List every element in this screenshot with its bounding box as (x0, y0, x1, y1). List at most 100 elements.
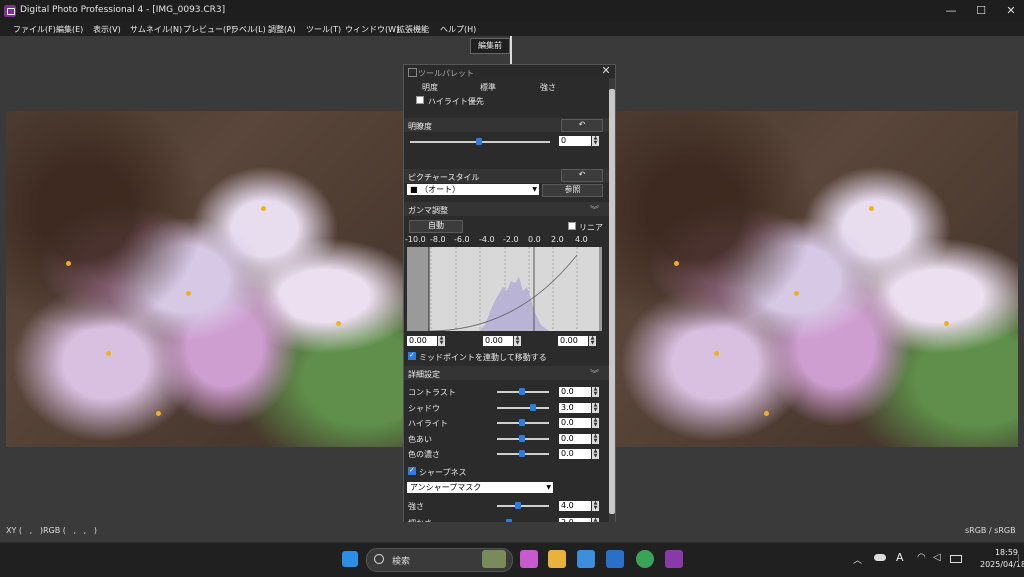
store-icon[interactable] (577, 550, 595, 568)
gamma-section[interactable]: ガンマ調整 ︾ (404, 202, 609, 216)
sharpness-checkbox[interactable] (408, 466, 416, 475)
battery-icon[interactable] (950, 555, 962, 563)
slider-spinner[interactable]: ▲▼ (592, 449, 599, 459)
slider-label: シャドウ (408, 403, 440, 413)
dpp-taskbar-icon[interactable] (665, 550, 683, 568)
camera-icon: ■ (410, 185, 418, 194)
tray-date: 2025/04/18 (980, 560, 1024, 569)
menu-extensions[interactable]: 拡張機能 (397, 24, 429, 35)
file-explorer-icon[interactable] (548, 550, 566, 568)
slider-spinner[interactable]: ▲▼ (592, 402, 599, 413)
palette-scroll-thumb[interactable] (609, 89, 615, 514)
slider-value-input[interactable]: 4.0 (559, 501, 591, 511)
start-icon[interactable] (342, 551, 358, 567)
sharpness-mode-select[interactable]: アンシャープマスク ▼ (407, 482, 553, 493)
picture-style-reset-button[interactable]: ↶ (561, 169, 603, 182)
before-edit-tab[interactable]: 編集前 (470, 38, 510, 54)
copilot-icon[interactable] (520, 550, 538, 568)
clarity-spinner[interactable]: ▲ ▼ (592, 136, 599, 146)
menu-bar: ファイル(F) 編集(E) 表示(V) サムネイル(N) プレビュー(P) ラベ… (0, 22, 1024, 36)
clarity-value-input[interactable]: 0 (559, 136, 591, 146)
picture-style-detail-button[interactable]: 参照 (542, 184, 603, 197)
slider-value-input[interactable]: 0.0 (559, 433, 591, 444)
cloud-icon[interactable] (874, 554, 886, 561)
slider-track[interactable] (497, 406, 549, 409)
highlight-priority-checkbox[interactable] (416, 96, 424, 104)
gamma-tick: -8.0 (430, 235, 446, 244)
slider-spinner[interactable]: ▲▼ (592, 433, 599, 444)
volume-icon[interactable]: ◁ (933, 552, 941, 563)
detail-section[interactable]: 詳細設定 ︾ (404, 366, 609, 380)
taskbar-search-placeholder: 検索 (392, 557, 411, 567)
detail-title: 詳細設定 (408, 370, 440, 379)
menu-label[interactable]: ラベル(L) (231, 24, 266, 35)
slider-knob[interactable] (530, 403, 537, 411)
photo-after[interactable] (614, 111, 1018, 447)
menu-tools[interactable]: ツール(T) (306, 24, 341, 35)
clarity-slider-knob[interactable] (476, 138, 482, 145)
collapse-icon[interactable]: ︾ (590, 367, 599, 380)
wifi-icon[interactable]: ◠ (917, 552, 926, 563)
slider-value-input[interactable]: 0.0 (559, 449, 591, 459)
gamma-white-spinner[interactable]: ▲ ▼ (589, 336, 596, 346)
mail-icon[interactable] (606, 550, 624, 568)
minimize-button[interactable]: — (936, 2, 966, 20)
gamma-black-input[interactable]: 0.00 (407, 336, 437, 346)
gamma-black-spinner[interactable]: ▲ ▼ (438, 336, 445, 346)
slider-value-input[interactable]: 0.0 (559, 418, 591, 428)
dim-tab-2: 標準 (480, 83, 496, 92)
slider-track[interactable] (497, 505, 549, 507)
ime-indicator[interactable]: A (896, 551, 904, 564)
slider-label: ハイライト (408, 419, 448, 428)
slider-value-input[interactable]: 3.0 (559, 402, 591, 413)
gamma-white-input[interactable]: 0.00 (558, 336, 588, 346)
clarity-title: 明瞭度 (408, 122, 432, 131)
gamma-title: ガンマ調整 (408, 206, 448, 215)
collapse-icon[interactable]: ︾ (590, 203, 599, 216)
photo-before[interactable] (6, 111, 404, 447)
color-space-label: sRGB / sRGB (965, 526, 1016, 535)
maximize-button[interactable]: ☐ (966, 2, 996, 20)
midpoint-link-checkbox[interactable] (408, 351, 416, 360)
slider-label: 色の濃さ (408, 450, 440, 459)
menu-file[interactable]: ファイル(F) (13, 24, 56, 35)
linear-checkbox[interactable] (568, 222, 576, 230)
menu-thumbnail[interactable]: サムネイル(N) (130, 24, 182, 35)
slider-value-input[interactable]: 0.0 (559, 387, 591, 397)
close-button[interactable]: ✕ (996, 2, 1024, 20)
dim-tab-3: 強さ (540, 83, 556, 92)
slider-spinner[interactable]: ▲▼ (592, 418, 599, 428)
slider-knob[interactable] (519, 434, 526, 442)
slider-knob[interactable] (519, 419, 526, 426)
slider-spinner[interactable]: ▲▼ (592, 387, 599, 397)
slider-knob[interactable] (519, 450, 526, 457)
gamma-histogram[interactable] (407, 247, 602, 331)
gamma-mid-input[interactable]: 0.00 (483, 336, 513, 346)
histogram-shape (479, 277, 549, 331)
tray-clock[interactable]: 18:59 2025/04/18 (980, 547, 1024, 571)
menu-help[interactable]: ヘルプ(H) (440, 24, 476, 35)
gamma-mid-spinner[interactable]: ▲ ▼ (514, 336, 521, 346)
widgets-icon[interactable] (482, 550, 506, 568)
slider-label: 強さ (408, 502, 424, 511)
menu-window[interactable]: ウィンドウ(W) (345, 24, 399, 35)
compare-splitter[interactable] (510, 36, 512, 66)
show-desktop-button[interactable] (1018, 554, 1023, 564)
app-icon (4, 5, 16, 17)
clarity-reset-button[interactable]: ↶ (561, 119, 603, 132)
linear-label: リニア (579, 223, 603, 232)
menu-adjust[interactable]: 調整(A) (268, 24, 296, 35)
slider-knob[interactable] (515, 502, 522, 509)
picture-style-select[interactable]: ■ （オート） ▼ (407, 184, 539, 195)
chevron-down-icon: ▼ (546, 484, 551, 491)
menu-view[interactable]: 表示(V) (93, 24, 121, 35)
grip-icon[interactable] (408, 68, 417, 77)
palette-close-icon[interactable]: ✕ (600, 65, 612, 77)
slider-knob[interactable] (519, 388, 526, 395)
menu-preview[interactable]: プレビュー(P) (183, 24, 234, 35)
slider-spinner[interactable]: ▲▼ (592, 501, 599, 511)
menu-edit[interactable]: 編集(E) (56, 24, 83, 35)
tray-chevron-icon[interactable]: ︿ (853, 553, 862, 566)
gamma-auto-button[interactable]: 自動 (409, 220, 463, 233)
chrome-icon[interactable] (636, 550, 654, 568)
